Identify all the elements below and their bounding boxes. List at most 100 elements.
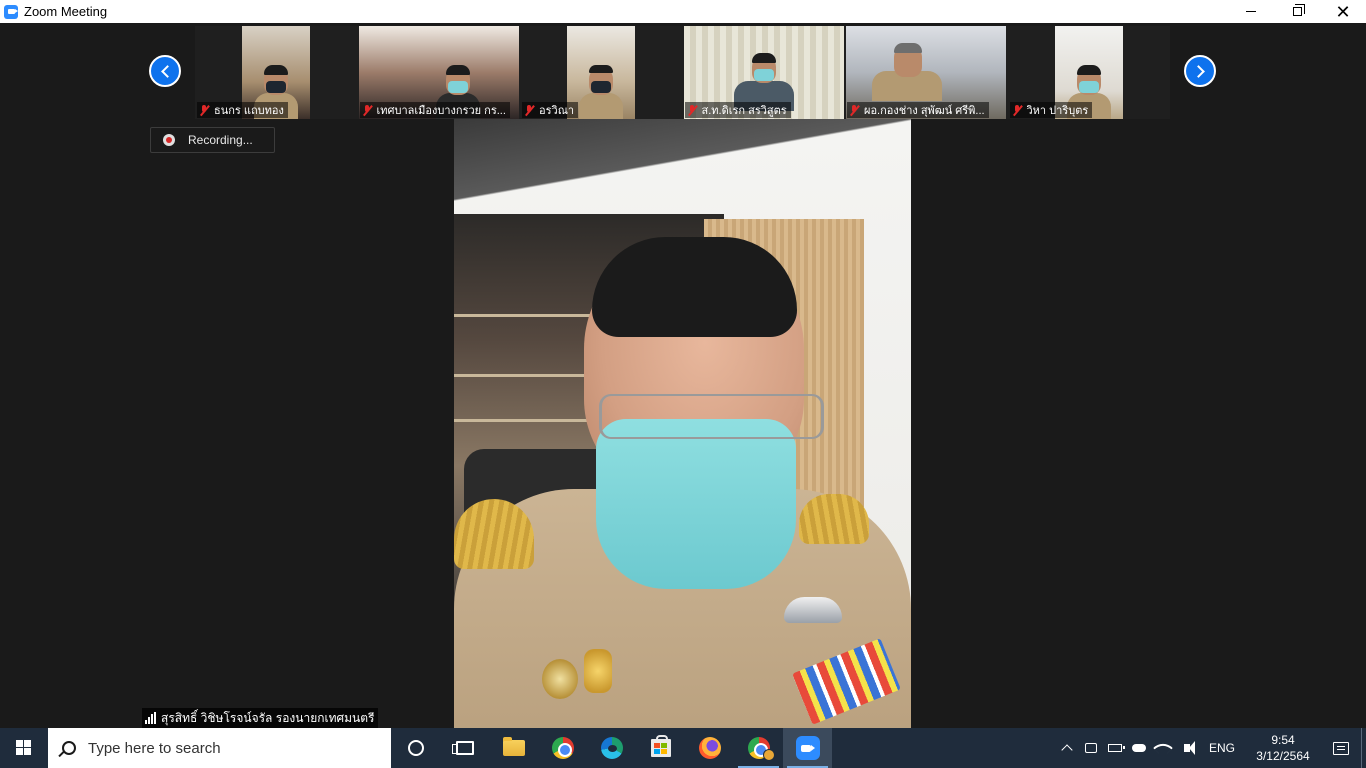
notifications-button[interactable]	[1321, 728, 1361, 768]
participant-label: ส.ท.ดิเรก สรวิสูตร	[684, 102, 791, 118]
chevron-left-icon	[160, 64, 174, 78]
participant-name: ธนกร แถบทอง	[214, 105, 284, 117]
clock-time: 9:54	[1271, 733, 1295, 747]
file-explorer-button[interactable]	[489, 728, 538, 768]
previous-page-button[interactable]	[149, 55, 181, 87]
cortana-button[interactable]	[391, 728, 440, 768]
input-language[interactable]: ENG	[1199, 741, 1245, 755]
meeting-area: ธนกร แถบทอง เทศบาลเมืองบางกรวย กร... อรว…	[0, 23, 1366, 728]
participant-name: วิหา ปาริบุตร	[1026, 105, 1089, 117]
speaker-epaulet	[454, 499, 534, 569]
speaker-wings-badge	[784, 597, 842, 623]
mic-muted-icon	[524, 104, 534, 116]
participant-name: เทศบาลเมืองบางกรวย กร...	[376, 105, 506, 117]
restore-button[interactable]	[1274, 0, 1320, 23]
participant-strip: ธนกร แถบทอง เทศบาลเมืองบางกรวย กร... อรว…	[195, 26, 1170, 119]
chrome-button[interactable]	[538, 728, 587, 768]
speaker-glasses	[599, 394, 824, 439]
wifi-icon	[1153, 738, 1173, 758]
active-speaker-label: สุรสิทธิ์ วิชิษโรจน์จรัล รองนายกเทศมนตรี	[142, 708, 379, 728]
firefox-icon	[698, 737, 721, 759]
edge-button[interactable]	[587, 728, 636, 768]
recording-label: Recording...	[188, 133, 253, 147]
participant-figure	[579, 61, 624, 119]
active-speaker-name: สุรสิทธิ์ วิชิษโรจน์จรัล รองนายกเทศมนตรี	[161, 710, 375, 725]
chevron-right-icon	[1191, 64, 1205, 78]
video-shelf-edge	[454, 314, 594, 317]
speaker-badge	[584, 649, 612, 693]
show-hidden-icons-button[interactable]	[1055, 728, 1079, 768]
mic-muted-icon	[362, 104, 372, 116]
signal-strength-icon	[145, 712, 156, 724]
participant-label: ผอ.กองช่าง สุพัฒน์ ศรีพิ...	[847, 102, 989, 118]
profile-badge-icon	[763, 749, 775, 761]
mic-muted-icon	[849, 104, 859, 116]
firefox-button[interactable]	[685, 728, 734, 768]
cortana-icon	[407, 740, 424, 756]
network-button[interactable]	[1151, 728, 1175, 768]
participant-tile[interactable]: ผอ.กองช่าง สุพัฒน์ ศรีพิ...	[845, 26, 1008, 119]
recording-indicator[interactable]: Recording...	[150, 127, 275, 153]
system-tray: ENG 9:54 3/12/2564	[1055, 728, 1366, 768]
participant-tile[interactable]: เทศบาลเมืองบางกรวย กร...	[357, 26, 520, 119]
taskbar-clock[interactable]: 9:54 3/12/2564	[1245, 728, 1321, 768]
edge-icon	[600, 737, 623, 759]
mic-muted-icon	[199, 104, 209, 116]
onedrive-button[interactable]	[1127, 728, 1151, 768]
window-title: Zoom Meeting	[24, 4, 108, 19]
participant-label: เทศบาลเมืองบางกรวย กร...	[359, 102, 510, 118]
window-controls: ✕	[1228, 0, 1366, 23]
title-bar: Zoom Meeting ✕	[0, 0, 1366, 23]
mic-muted-icon	[1012, 104, 1022, 116]
speaker-mask	[596, 419, 796, 589]
volume-button[interactable]	[1175, 728, 1199, 768]
participant-label: ธนกร แถบทอง	[197, 102, 288, 118]
zoom-taskbar-button[interactable]	[783, 728, 832, 768]
speaker-hair	[592, 237, 797, 337]
taskbar-search[interactable]: Type here to search	[48, 728, 391, 768]
mic-muted-icon	[687, 104, 697, 116]
participant-name: ส.ท.ดิเรก สรวิสูตร	[701, 105, 787, 117]
meet-now-icon	[1084, 743, 1097, 753]
participant-tile[interactable]: วิหา ปาริบุตร	[1007, 26, 1170, 119]
minimize-button[interactable]	[1228, 0, 1274, 23]
close-button[interactable]: ✕	[1320, 0, 1366, 23]
close-icon: ✕	[1335, 1, 1351, 22]
participant-tile[interactable]: อรวิณา	[520, 26, 683, 119]
meet-now-button[interactable]	[1079, 728, 1103, 768]
participant-label: วิหา ปาริบุตร	[1009, 102, 1093, 118]
record-icon	[163, 134, 175, 146]
start-button[interactable]	[0, 728, 48, 768]
restore-icon	[1292, 4, 1305, 16]
clock-date: 3/12/2564	[1256, 749, 1310, 763]
battery-icon	[1107, 744, 1125, 752]
chevron-up-icon	[1061, 744, 1073, 756]
search-icon	[62, 741, 76, 755]
participant-name: ผอ.กองช่าง สุพัฒน์ ศรีพิ...	[864, 105, 985, 117]
search-placeholder: Type here to search	[88, 739, 221, 757]
windows-logo-icon	[16, 740, 32, 756]
participant-tile[interactable]: ส.ท.ดิเรก สรวิสูตร	[682, 26, 845, 119]
task-view-button[interactable]	[440, 728, 489, 768]
show-desktop-button[interactable]	[1361, 728, 1366, 768]
task-view-icon	[451, 741, 474, 755]
chrome-icon	[551, 737, 574, 759]
chrome-profile-button[interactable]	[734, 728, 783, 768]
folder-icon	[502, 737, 525, 756]
participant-name: อรวิณา	[539, 105, 575, 117]
taskbar: Type here to search ENG 9:54 3/12/2564	[0, 728, 1366, 768]
speaker-epaulet	[799, 494, 869, 544]
participant-label: อรวิณา	[522, 102, 579, 118]
minimize-icon	[1246, 11, 1256, 12]
cloud-icon	[1131, 744, 1146, 752]
battery-button[interactable]	[1103, 728, 1127, 768]
next-page-button[interactable]	[1184, 55, 1216, 87]
store-button[interactable]	[636, 728, 685, 768]
notification-icon	[1333, 741, 1349, 755]
participant-tile[interactable]: ธนกร แถบทอง	[195, 26, 358, 119]
zoom-app-icon	[4, 4, 18, 19]
active-speaker-video	[454, 119, 911, 728]
video-shelf-edge	[454, 374, 594, 377]
speaker-badge	[542, 659, 578, 699]
video-shelf-edge	[454, 419, 594, 422]
